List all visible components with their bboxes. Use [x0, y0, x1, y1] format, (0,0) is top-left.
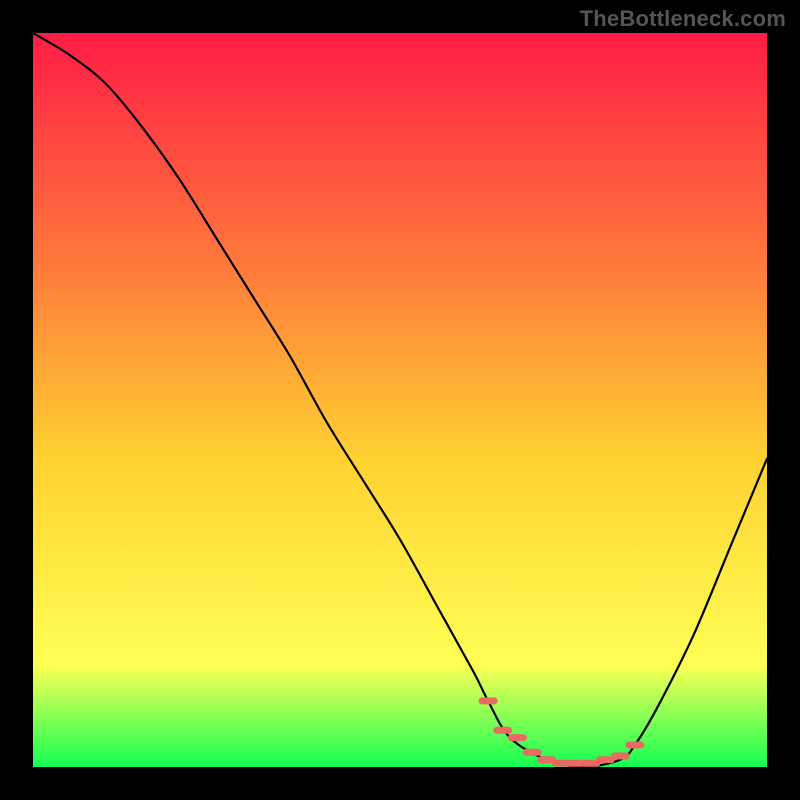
plot-area	[33, 33, 767, 767]
chart-frame: TheBottleneck.com	[0, 0, 800, 800]
watermark-text: TheBottleneck.com	[580, 6, 786, 32]
chart-svg	[33, 33, 767, 767]
gradient-background	[33, 33, 767, 767]
